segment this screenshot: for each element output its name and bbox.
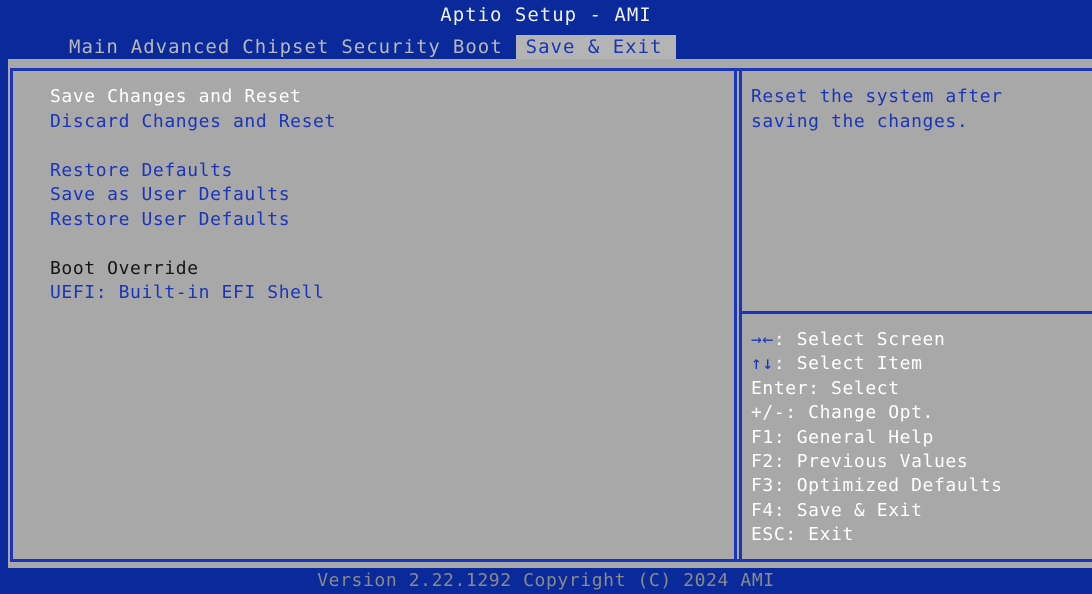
tab-main[interactable]: Main: [64, 35, 126, 60]
vertical-divider: [734, 68, 742, 562]
key-enter: Enter: Select: [751, 377, 900, 399]
tab-advanced[interactable]: Advanced: [126, 35, 238, 60]
boot-override-heading: Boot Override: [50, 257, 199, 279]
help-line: saving the changes.: [751, 110, 969, 132]
menu-item-uefi-shell[interactable]: UEFI: Built-in EFI Shell: [50, 281, 730, 306]
key-legend: →←: Select Screen ↑↓: Select Item Enter:…: [751, 328, 1086, 548]
tab-chipset[interactable]: Chipset: [237, 35, 336, 60]
key-esc: ESC: Exit: [751, 524, 854, 546]
key-select-item: ↑↓: Select Item: [751, 352, 1086, 376]
tab-save-exit[interactable]: Save & Exit: [515, 35, 677, 60]
key-f4: F4: Save & Exit: [751, 499, 923, 521]
menu-item-save-changes-reset[interactable]: Save Changes and Reset: [50, 85, 730, 110]
version-footer: Version 2.22.1292 Copyright (C) 2024 AMI: [317, 570, 775, 591]
options-menu: Save Changes and Reset Discard Changes a…: [50, 85, 730, 306]
menu-item-restore-defaults[interactable]: Restore Defaults: [50, 159, 730, 184]
help-line: Reset the system after: [751, 86, 1003, 107]
key-select-screen: →←: Select Screen: [751, 328, 1086, 352]
menu-spacer: [50, 232, 730, 257]
tab-bar: Main Advanced Chipset Security Boot Save…: [64, 35, 677, 60]
key-f2: F2: Previous Values: [751, 450, 969, 472]
key-f1: F1: General Help: [751, 426, 934, 448]
window-title: Aptio Setup - AMI: [440, 4, 652, 26]
key-change-opt: +/-: Change Opt.: [751, 402, 934, 424]
up-down-arrows-icon: ↑↓: [751, 353, 774, 375]
bios-screen: Aptio Setup - AMI Main Advanced Chipset …: [0, 0, 1092, 594]
key-desc: : Select Item: [773, 353, 923, 375]
key-desc: : Select Screen: [773, 329, 946, 350]
menu-item-discard-changes-reset[interactable]: Discard Changes and Reset: [50, 110, 730, 135]
menu-item-save-user-defaults[interactable]: Save as User Defaults: [50, 183, 730, 208]
menu-spacer: [50, 134, 730, 159]
horizontal-divider: [742, 311, 1092, 314]
tab-boot[interactable]: Boot: [448, 35, 510, 60]
left-right-arrows-icon: →←: [751, 329, 774, 350]
tab-security[interactable]: Security: [336, 35, 448, 60]
menu-item-restore-user-defaults[interactable]: Restore User Defaults: [50, 208, 730, 233]
help-text: Reset the system after saving the change…: [751, 85, 1086, 134]
key-f3: F3: Optimized Defaults: [751, 475, 1003, 497]
